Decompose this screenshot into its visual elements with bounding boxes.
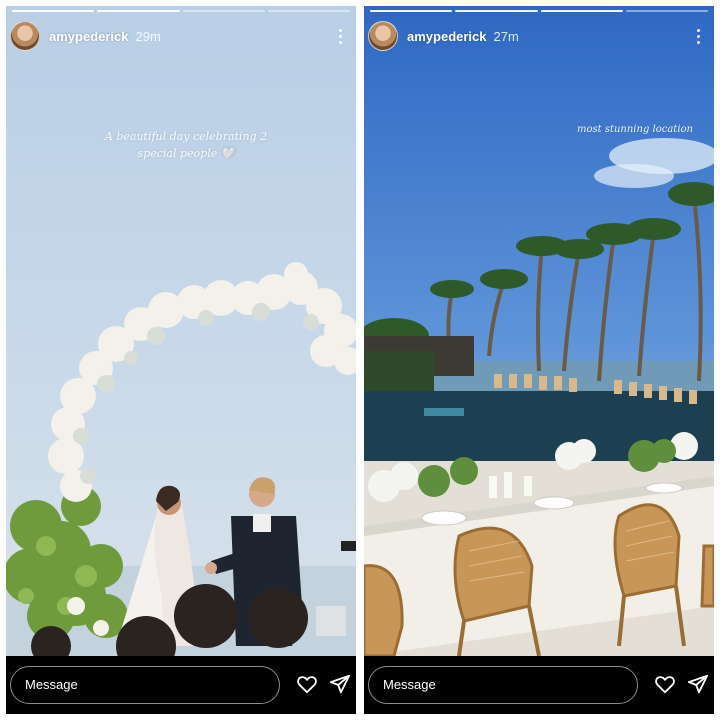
story-caption: most stunning location [577, 124, 693, 135]
story-caption: A beautiful day celebrating 2 special pe… [104, 130, 268, 160]
message-input[interactable]: Message [10, 666, 280, 704]
story-footer: Message [6, 656, 356, 714]
story-panel-left[interactable]: amypederick 29m A beautiful day celebrat… [6, 6, 356, 714]
send-icon[interactable] [687, 673, 709, 695]
story-photo-reception-venue [364, 6, 714, 656]
heart-icon[interactable] [296, 673, 318, 695]
profile-avatar[interactable] [10, 21, 40, 51]
story-photo-wedding-ceremony [6, 6, 356, 656]
send-icon[interactable] [329, 673, 351, 695]
post-time: 29m [135, 28, 161, 44]
profile-avatar[interactable] [368, 21, 398, 51]
post-time: 27m [493, 28, 519, 44]
story-progress-bar [370, 10, 708, 12]
username[interactable]: amypederick [407, 29, 487, 44]
heart-icon[interactable] [654, 673, 676, 695]
story-progress-bar [12, 10, 350, 12]
story-header: amypederick 27m [364, 20, 714, 52]
story-header: amypederick 29m [6, 20, 356, 52]
more-vertical-icon[interactable] [690, 24, 706, 48]
story-footer: Message [364, 656, 714, 714]
message-input[interactable]: Message [368, 666, 638, 704]
username[interactable]: amypederick [49, 29, 129, 44]
more-vertical-icon[interactable] [332, 24, 348, 48]
story-panel-right[interactable]: amypederick 27m most stunning location M… [364, 6, 714, 714]
